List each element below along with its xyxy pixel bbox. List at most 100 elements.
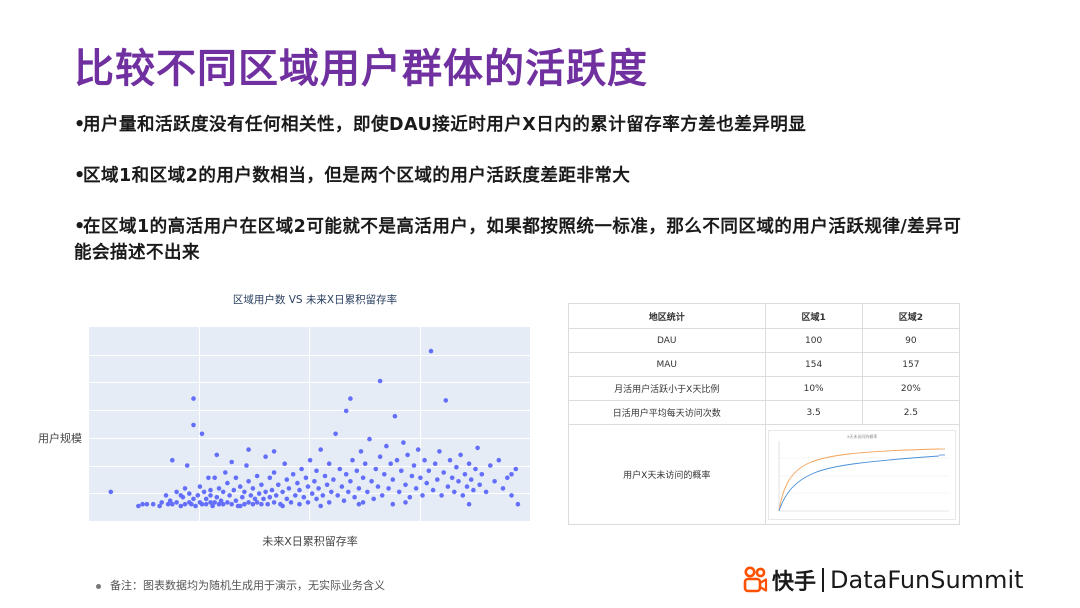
scatter-point — [509, 472, 514, 477]
scatter-point — [295, 480, 300, 486]
table-header-cell: 区域1 — [764, 303, 863, 329]
slide-title: 比较不同区域用户群体的活跃度 — [74, 46, 648, 92]
scatter-point — [305, 484, 311, 489]
scatter-point — [390, 501, 396, 507]
scatter-point — [316, 486, 321, 491]
scatter-point — [182, 501, 188, 507]
scatter-point — [256, 491, 262, 496]
scatter-point — [515, 501, 521, 507]
scatter-point — [193, 503, 198, 509]
scatter-point — [240, 494, 245, 500]
scatter-point — [293, 493, 298, 498]
scatter-point — [496, 457, 502, 463]
scatter-point — [335, 493, 340, 498]
scatter-point — [184, 463, 190, 468]
scatter-point — [356, 501, 362, 507]
scatter-point — [314, 496, 319, 502]
scatter-point — [233, 475, 239, 481]
scatter-point — [195, 493, 201, 498]
scatter-point — [422, 457, 427, 463]
brand-logo: 快手 DataFunSummit — [742, 563, 1024, 597]
scatter-point — [178, 493, 184, 498]
scatter-point — [212, 500, 217, 505]
table-cell: 154 — [764, 352, 863, 377]
scatter-point — [189, 501, 194, 507]
scatter-point — [367, 436, 372, 442]
footnote-text: 备注：图表数据均为随机生成用于演示，无实际业务含义 — [110, 579, 385, 592]
scatter-point — [337, 466, 343, 472]
scatter-point — [466, 501, 472, 507]
scatter-point — [136, 503, 141, 509]
scatter-point — [428, 348, 434, 354]
scatter-point — [399, 468, 404, 474]
table-cell: 用户X天未访问的概率 — [568, 424, 766, 525]
scatter-point — [418, 475, 423, 481]
scatter-point — [373, 466, 379, 472]
scatter-chart — [88, 327, 530, 521]
scatter-point — [471, 487, 476, 493]
scatter-point — [299, 466, 304, 472]
bullet-text: 用户量和活跃度没有任何相关性，即使DAU接近时用户X日内的累计留存率方差也差异明… — [83, 115, 807, 135]
table-header-cell: 地区统计 — [568, 303, 766, 329]
bullet-item: •在区域1的高活用户在区域2可能就不是高活用户，如果都按照统一标准，那么不同区域… — [74, 214, 974, 266]
scatter-point — [326, 500, 332, 505]
scatter-point — [388, 461, 394, 466]
scatter-point — [229, 501, 234, 507]
scatter-point — [282, 461, 287, 466]
bullet-text: 区域1和区域2的用户数相当，但是两个区域的用户活跃度差距非常大 — [83, 166, 631, 186]
scatter-point — [290, 472, 296, 477]
scatter-point — [454, 464, 459, 470]
scatter-point — [273, 493, 279, 498]
scatter-point — [329, 489, 334, 495]
scatter-point — [362, 461, 368, 466]
scatter-point — [500, 486, 506, 491]
table-row: DAU 100 90 — [568, 328, 961, 353]
scatter-point — [250, 486, 256, 491]
scatter-point — [150, 501, 156, 507]
scatter-point — [203, 501, 209, 507]
scatter-point — [464, 484, 470, 489]
scatter-point — [386, 486, 391, 491]
scatter-point — [346, 489, 351, 495]
scatter-point — [208, 487, 213, 493]
scatter-point — [286, 486, 292, 491]
scatter-point — [473, 466, 478, 472]
scatter-point — [360, 475, 366, 481]
scatter-point — [231, 487, 237, 493]
scatter-point — [259, 501, 264, 507]
scatter-point — [492, 479, 497, 484]
scatter-point — [369, 479, 374, 484]
scatter-point — [284, 477, 290, 482]
scatter-point — [449, 475, 455, 481]
scatter-point — [488, 463, 493, 468]
scatter-point — [263, 489, 268, 495]
table-cell: 2.5 — [861, 400, 961, 425]
y-axis-label: 用户规模 — [38, 432, 82, 445]
table-cell: 157 — [861, 352, 961, 377]
table-cell: DAU — [568, 328, 766, 353]
scatter-point — [280, 503, 285, 509]
scatter-point — [365, 489, 370, 495]
scatter-point — [187, 491, 192, 496]
scatter-point — [371, 496, 377, 502]
bullet-dot: • — [74, 217, 86, 237]
scatter-point — [265, 501, 270, 507]
scatter-point — [237, 484, 243, 489]
mini-chart-svg — [778, 440, 950, 511]
scatter-point — [333, 431, 338, 437]
scatter-point — [424, 480, 430, 486]
scatter-point — [356, 486, 362, 491]
scatter-point — [432, 461, 438, 466]
scatter-point — [318, 447, 323, 452]
table-cell: 日活用户平均每天访问次数 — [568, 400, 766, 425]
scatter-point — [392, 413, 398, 419]
scatter-point — [261, 496, 266, 502]
scatter-point — [358, 449, 364, 454]
scatter-point — [331, 477, 336, 482]
scatter-point — [280, 489, 285, 495]
scatter-point — [513, 466, 519, 472]
scatter-point — [203, 496, 209, 502]
scatter-point — [405, 452, 410, 458]
kuaishou-wordmark: 快手 — [772, 570, 817, 595]
scatter-point — [242, 489, 247, 495]
